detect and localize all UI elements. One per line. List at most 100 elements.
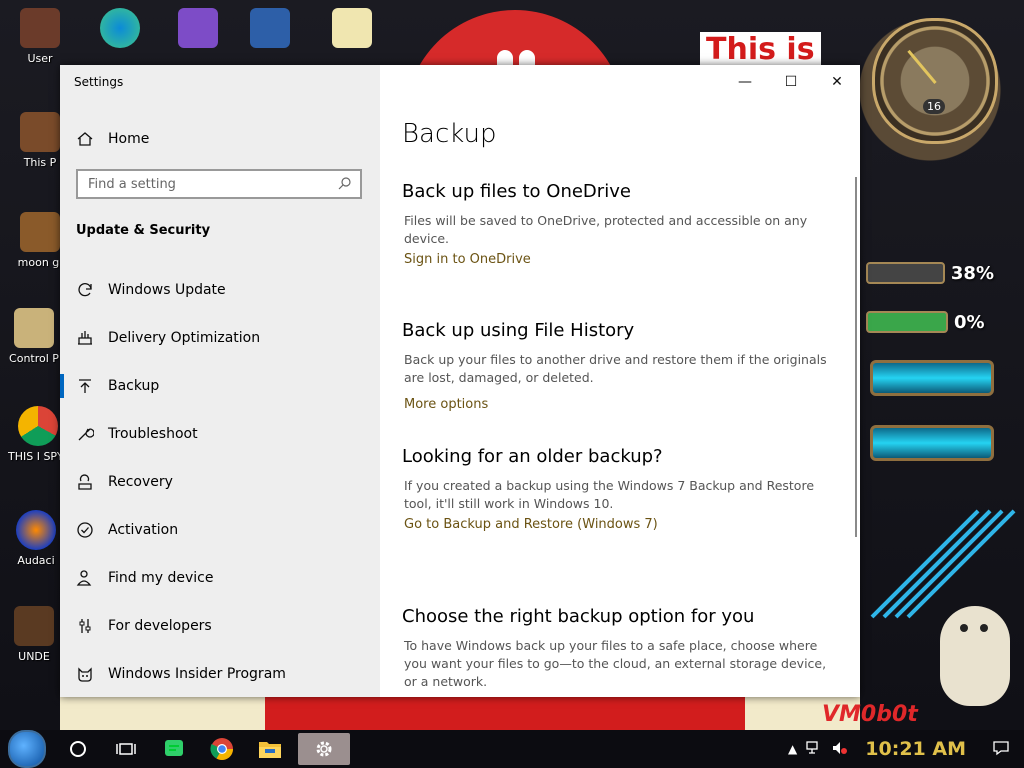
hamster-mascot xyxy=(940,606,1010,706)
taskbar-settings[interactable] xyxy=(298,733,350,765)
sidebar-item-troubleshoot[interactable]: Troubleshoot xyxy=(60,410,380,458)
virtualbox-icon xyxy=(250,8,290,48)
sticky-app-icon xyxy=(165,740,183,756)
computer-icon xyxy=(20,112,60,152)
settings-gear-icon xyxy=(316,741,332,757)
check-circle-icon xyxy=(76,521,94,539)
sign-in-onedrive-link[interactable]: Sign in to OneDrive xyxy=(404,252,531,267)
older-backup-section: Looking for an older backup? If you crea… xyxy=(402,446,842,532)
home-icon xyxy=(76,130,94,148)
section-heading: Back up using File History xyxy=(402,320,635,341)
chrome-icon xyxy=(210,738,233,760)
sidebar-item-for-developers[interactable]: For developers xyxy=(60,602,380,650)
scrollbar[interactable] xyxy=(855,177,857,537)
sidebar-item-activation[interactable]: Activation xyxy=(60,506,380,554)
desktop-icon-hxd[interactable] xyxy=(322,8,382,52)
volume-muted-icon[interactable] xyxy=(831,740,849,759)
maximize-button[interactable]: ☐ xyxy=(768,65,814,99)
delivery-optimization-icon xyxy=(76,329,94,347)
desktop-icon-control-panel[interactable]: Control P xyxy=(4,308,64,365)
desktop-icon-unde[interactable]: UNDE xyxy=(4,606,64,663)
memory-gauge: 0% xyxy=(866,308,994,336)
section-description: Back up your files to another drive and … xyxy=(404,352,827,385)
settings-search-box[interactable] xyxy=(76,169,362,199)
desktop-icon-visual-studio[interactable] xyxy=(168,8,228,52)
network-icon[interactable] xyxy=(805,740,823,759)
sidebar-item-label: For developers xyxy=(108,618,212,634)
home-label: Home xyxy=(108,131,150,147)
taskbar-chrome[interactable] xyxy=(198,730,246,768)
search-input[interactable] xyxy=(86,175,338,193)
meter-tube xyxy=(870,360,994,396)
sidebar-item-backup[interactable]: Backup xyxy=(60,362,380,410)
chrome-icon xyxy=(18,406,58,446)
edge-icon xyxy=(100,8,140,48)
more-options-link[interactable]: More options xyxy=(404,397,488,412)
section-description: Files will be saved to OneDrive, protect… xyxy=(404,213,808,246)
system-tray: ▲ 10:21 AM xyxy=(784,730,1024,768)
search-icon[interactable] xyxy=(338,175,352,194)
refresh-icon xyxy=(76,281,94,299)
taskbar-file-explorer[interactable] xyxy=(246,730,294,768)
meter-tube xyxy=(870,425,994,461)
window-controls: — ☐ ✕ xyxy=(722,65,860,99)
person-pin-icon xyxy=(76,569,94,587)
task-view-button[interactable] xyxy=(102,730,150,768)
start-button[interactable] xyxy=(0,730,54,768)
sidebar-item-label: Delivery Optimization xyxy=(108,330,261,346)
task-view-icon xyxy=(116,743,136,755)
desktop-icon-edge[interactable] xyxy=(90,8,150,52)
minimize-button[interactable]: — xyxy=(722,65,768,99)
taskbar-sticky-app[interactable] xyxy=(150,730,198,768)
section-heading: Choose the right backup option for you xyxy=(402,606,755,627)
wrench-icon xyxy=(76,425,95,443)
desktop-icon-spyware[interactable]: THIS I SPYWA xyxy=(8,406,68,463)
developer-sliders-icon xyxy=(76,617,94,635)
page-title: Backup xyxy=(402,119,497,149)
control-panel-icon xyxy=(14,308,54,348)
taskbar: ▲ 10:21 AM xyxy=(0,730,1024,768)
folder-icon xyxy=(20,8,60,48)
notifications-icon[interactable] xyxy=(992,740,1010,759)
sidebar-item-find-my-device[interactable]: Find my device xyxy=(60,554,380,602)
sidebar-item-label: Windows Update xyxy=(108,282,226,298)
sidebar-item-windows-update[interactable]: Windows Update xyxy=(60,266,380,314)
section-description: If you created a backup using the Window… xyxy=(404,478,815,511)
section-heading: Looking for an older backup? xyxy=(402,446,663,467)
backup-restore-windows7-link[interactable]: Go to Backup and Restore (Windows 7) xyxy=(404,517,658,532)
cpu-gauge: 38% xyxy=(866,259,994,287)
home-nav-item[interactable]: Home xyxy=(76,127,149,151)
choose-backup-section: Choose the right backup option for you T… xyxy=(402,606,842,691)
desktop-icon-user[interactable]: User xyxy=(10,8,70,65)
sidebar-item-label: Troubleshoot xyxy=(108,426,198,442)
section-description: To have Windows back up your files to a … xyxy=(404,638,827,689)
desktop-icon-virtualbox[interactable] xyxy=(240,8,300,52)
sidebar-item-windows-insider-program[interactable]: Windows Insider Program xyxy=(60,650,380,697)
hxd-icon xyxy=(332,8,372,48)
cortana-button[interactable] xyxy=(54,730,102,768)
visual-studio-icon xyxy=(178,8,218,48)
file-history-section: Back up using File History Back up your … xyxy=(402,320,842,412)
close-button[interactable]: ✕ xyxy=(814,65,860,99)
section-heading: Back up files to OneDrive xyxy=(402,181,631,202)
section-heading: Update & Security xyxy=(76,223,211,238)
app-icon xyxy=(14,606,54,646)
desktop-signature-text: VM0b0t xyxy=(822,702,918,727)
sidebar-item-label: Windows Insider Program xyxy=(108,666,286,682)
audacity-icon xyxy=(16,510,56,550)
windows-logo-icon xyxy=(8,730,46,768)
chevron-up-icon[interactable]: ▲ xyxy=(788,742,797,756)
sidebar-item-label: Recovery xyxy=(108,474,173,490)
bottom-artwork xyxy=(60,697,860,730)
sidebar-item-label: Activation xyxy=(108,522,179,538)
desktop-icon-audacity[interactable]: Audaci xyxy=(6,510,66,567)
analog-clock-gadget: 16 xyxy=(872,18,998,144)
sidebar-item-recovery[interactable]: Recovery xyxy=(60,458,380,506)
window-title: Settings xyxy=(74,75,124,89)
sidebar-item-delivery-optimization[interactable]: Delivery Optimization xyxy=(60,314,380,362)
taskbar-clock[interactable]: 10:21 AM xyxy=(865,738,966,760)
settings-sidebar: Settings Home Update & Security Windows … xyxy=(60,65,380,697)
file-explorer-icon xyxy=(259,742,281,758)
settings-main-pane: — ☐ ✕ Backup Back up files to OneDrive F… xyxy=(380,65,860,697)
settings-window: Settings Home Update & Security Windows … xyxy=(60,65,860,697)
